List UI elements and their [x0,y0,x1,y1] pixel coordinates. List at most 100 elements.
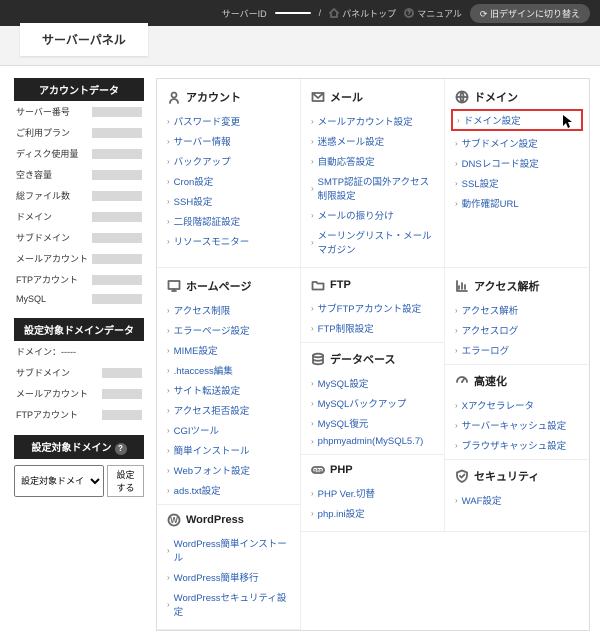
menu-item[interactable]: ›MySQLバックアップ [311,393,434,413]
database-icon [311,352,325,366]
menu-item[interactable]: ›Webフォント設定 [167,460,290,480]
menu-item[interactable]: ›SMTP認証の国外アクセス制限設定 [311,171,434,205]
menu-item[interactable]: ›エラーログ [455,340,579,360]
chevron-right-icon: › [311,211,314,220]
globe-icon [455,90,469,104]
server-id-value [275,12,311,14]
chevron-right-icon: › [167,326,170,335]
menu-item[interactable]: ›DNSレコード設定 [455,153,579,173]
chevron-right-icon: › [311,399,314,408]
menu-item[interactable]: ›ドメイン設定 [451,109,583,131]
menu-item[interactable]: ›アクセス拒否設定 [167,400,290,420]
menu-item[interactable]: ›エラーページ設定 [167,320,290,340]
chevron-right-icon: › [311,379,314,388]
menu-item[interactable]: ›アクセス制限 [167,300,290,320]
menu-item[interactable]: ›サーバーキャッシュ設定 [455,415,579,435]
chevron-right-icon: › [455,306,458,315]
chevron-right-icon: › [167,446,170,455]
sidebar-target-row: メールアカウント [14,383,144,404]
menu-item[interactable]: ›簡単インストール [167,440,290,460]
refresh-icon: ⟳ [480,9,488,19]
menu-item[interactable]: ›ads.txt設定 [167,480,290,500]
sidebar-row: FTPアカウント [14,269,144,290]
switch-design-button[interactable]: ⟳ 旧デザインに切り替え [470,4,590,23]
menu-item[interactable]: ›WordPressセキュリティ設定 [167,587,290,621]
menu-item[interactable]: ›アクセス解析 [455,300,579,320]
chevron-right-icon: › [167,406,170,415]
chevron-right-icon: › [311,157,314,166]
menu-item[interactable]: ›MIME設定 [167,340,290,360]
menu-item[interactable]: ›サーバー情報 [167,131,290,151]
sidebar-account-header: アカウントデータ [14,78,144,101]
chevron-right-icon: › [167,426,170,435]
sidebar-row: サブドメイン [14,227,144,248]
menu-item[interactable]: ›Cron設定 [167,171,290,191]
chevron-right-icon: › [311,324,314,333]
wordpress-icon: W [167,513,181,527]
chevron-right-icon: › [311,304,314,313]
menu-item[interactable]: ›WAF設定 [455,490,579,510]
panel-top-link[interactable]: パネルトップ [329,7,396,20]
chevron-right-icon: › [167,466,170,475]
menu-item[interactable]: ›サブFTPアカウント設定 [311,298,434,318]
folder-icon [311,278,325,292]
sidebar-target-row: FTPアカウント [14,404,144,425]
menu-item[interactable]: ›動作確認URL [455,193,579,213]
menu-item[interactable]: ›サブドメイン設定 [455,133,579,153]
menu-item[interactable]: ›メールアカウント設定 [311,111,434,131]
sidebar-row: MySQL [14,290,144,308]
chevron-right-icon: › [167,386,170,395]
section-account: アカウント ›パスワード変更›サーバー情報›バックアップ›Cron設定›SSH設… [157,79,301,268]
home-icon [329,8,339,18]
chevron-right-icon: › [311,184,314,193]
chevron-right-icon: › [455,159,458,168]
menu-item[interactable]: ›パスワード変更 [167,111,290,131]
sidebar-target-row: サブドメイン [14,362,144,383]
section-domain: ドメイン ›ドメイン設定›サブドメイン設定›DNSレコード設定›SSL設定›動作… [445,79,589,268]
help-icon: ? [404,8,414,18]
menu-item[interactable]: ›.htaccess編集 [167,360,290,380]
menu-item[interactable]: ›php.ini設定 [311,503,434,523]
menu-item[interactable]: ›サイト転送設定 [167,380,290,400]
sidebar-target-domain-header: 設定対象ドメイン? [14,435,144,459]
chevron-right-icon: › [167,237,170,246]
mail-icon [311,90,325,104]
chevron-right-icon: › [311,117,314,126]
menu-item[interactable]: ›メールの振り分け [311,205,434,225]
menu-item[interactable]: ›PHP Ver.切替 [311,483,434,503]
menu-item[interactable]: ›二段階認証設定 [167,211,290,231]
menu-item[interactable]: ›FTP制限設定 [311,318,434,338]
sidebar-row: ドメイン [14,206,144,227]
sidebar-row: 空き容量 [14,164,144,185]
manual-link[interactable]: ? マニュアル [404,7,462,20]
chevron-right-icon: › [311,419,314,428]
section-access: アクセス解析 ›アクセス解析›アクセスログ›エラーログ 高速化 ›Xアクセラレー… [445,268,589,532]
menu-item[interactable]: ›CGIツール [167,420,290,440]
menu-item[interactable]: ›迷惑メール設定 [311,131,434,151]
header: サーバーパネル [0,26,600,66]
chevron-right-icon: › [455,496,458,505]
menu-item[interactable]: ›WordPress簡単移行 [167,567,290,587]
menu-item[interactable]: ›自動応答設定 [311,151,434,171]
menu-item[interactable]: ›MySQL設定 [311,373,434,393]
menu-item[interactable]: ›phpmyadmin(MySQL5.7) [311,433,434,450]
menu-item[interactable]: ›MySQL復元 [311,413,434,433]
menu-item[interactable]: ›SSH設定 [167,191,290,211]
chevron-right-icon: › [167,197,170,206]
menu-item[interactable]: ›メーリングリスト・メールマガジン [311,225,434,259]
chevron-right-icon: › [167,573,170,582]
help-icon[interactable]: ? [115,443,127,455]
target-domain-select[interactable]: 設定対象ドメイ [14,465,104,497]
sidebar-target-row: ドメイン：----- [14,341,144,362]
chevron-right-icon: › [311,238,314,247]
menu-item[interactable]: ›WordPress簡単インストール [167,533,290,567]
menu-item[interactable]: ›アクセスログ [455,320,579,340]
chevron-right-icon: › [167,346,170,355]
set-button[interactable]: 設定する [107,465,144,497]
menu-item[interactable]: ›SSL設定 [455,173,579,193]
menu-item[interactable]: ›リソースモニター [167,231,290,251]
menu-item[interactable]: ›ブラウザキャッシュ設定 [455,435,579,455]
menu-item[interactable]: ›Xアクセラレータ [455,395,579,415]
menu-item[interactable]: ›バックアップ [167,151,290,171]
cursor-icon [563,115,575,129]
